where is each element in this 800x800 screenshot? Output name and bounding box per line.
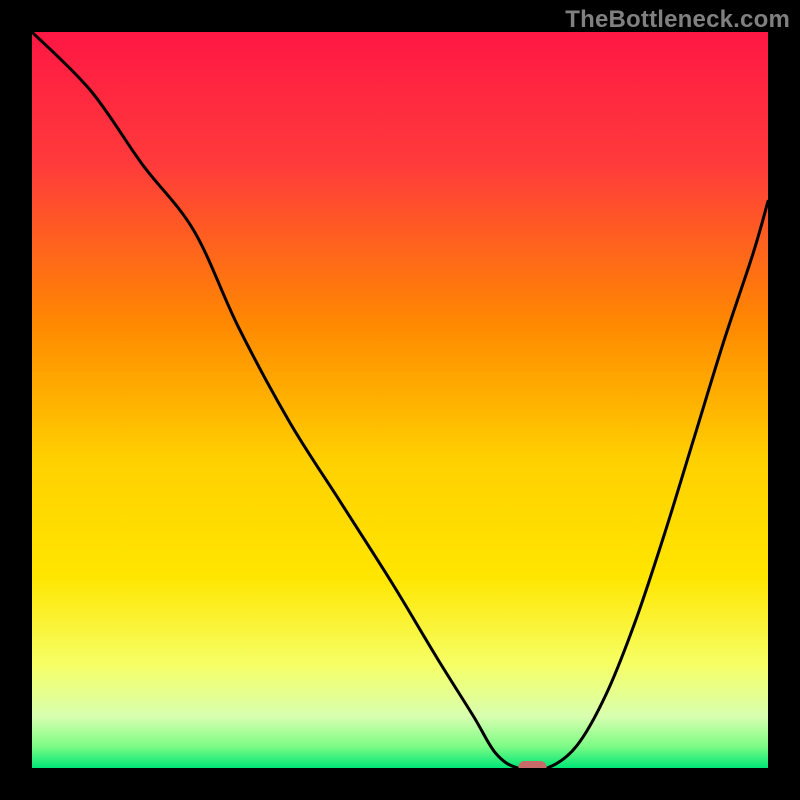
optimal-point-marker (518, 761, 546, 768)
plot-area (32, 32, 768, 768)
watermark-text: TheBottleneck.com (565, 6, 790, 34)
bottleneck-chart (32, 32, 768, 768)
chart-frame: TheBottleneck.com (0, 0, 800, 800)
gradient-background (32, 32, 768, 768)
